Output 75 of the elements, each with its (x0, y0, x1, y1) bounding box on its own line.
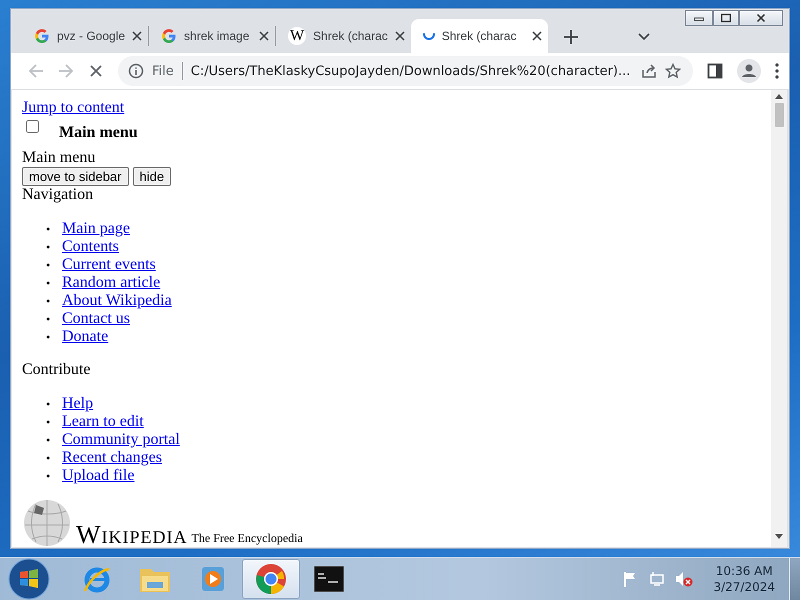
command-prompt-icon (314, 566, 344, 592)
nav-link[interactable]: Current events (62, 256, 156, 274)
scroll-down-icon[interactable] (775, 534, 783, 539)
nav-link[interactable]: Community portal (62, 431, 180, 449)
scrollbar[interactable] (771, 90, 787, 547)
show-desktop-button[interactable] (789, 558, 800, 600)
browser-tab[interactable]: W Shrek (charac (276, 19, 411, 53)
info-icon (128, 63, 144, 79)
bullet: • (46, 239, 52, 256)
close-icon[interactable] (132, 31, 142, 41)
clock[interactable]: 10:36 AM 3/27/2024 (713, 563, 775, 595)
bullet: • (46, 468, 52, 485)
bullet: • (46, 257, 52, 274)
bullet: • (46, 450, 52, 467)
close-icon[interactable] (739, 10, 783, 26)
browser-tab[interactable]: pvz - Google (22, 19, 148, 53)
scheme-label: File (152, 64, 174, 78)
url-text: C:/Users/TheKlaskyCsupoJayden/Downloads/Shrek%20(character)... (190, 64, 632, 78)
menu-title: Main menu (22, 149, 96, 167)
minimize-icon[interactable] (685, 10, 713, 26)
nav-link[interactable]: Main page (62, 220, 130, 238)
nav-link[interactable]: Recent changes (62, 449, 162, 467)
close-icon[interactable] (259, 31, 270, 41)
puzzle-globe-logo-icon (22, 499, 72, 547)
menu-button[interactable]: move to sidebar (22, 167, 128, 186)
nav-link[interactable]: Contact us (62, 310, 130, 328)
tab-favicon: W (288, 27, 306, 45)
chevron-down-icon[interactable] (638, 33, 650, 41)
bullet: • (46, 414, 52, 431)
bullet: • (46, 329, 52, 346)
bullet: • (46, 396, 52, 413)
skip-link[interactable]: Jump to content (22, 99, 761, 117)
start-button-icon[interactable] (8, 558, 50, 600)
browser-tab[interactable]: Shrek (charac (410, 19, 548, 53)
share-icon[interactable] (641, 63, 657, 79)
chrome-icon (255, 563, 287, 595)
menu-checkbox[interactable] (26, 120, 39, 133)
section-heading: Navigation (22, 186, 94, 204)
nav-link[interactable]: Help (62, 395, 94, 413)
menu-icon[interactable] (775, 63, 779, 79)
bullet: • (46, 311, 52, 328)
stop-icon[interactable] (88, 63, 104, 79)
google-g-icon (34, 28, 50, 44)
tagline: The Free Encyclopedia (192, 531, 303, 545)
scroll-up-icon[interactable] (775, 94, 783, 99)
nav-link[interactable]: Upload file (62, 467, 134, 485)
address-bar[interactable]: File C:/Users/TheKlaskyCsupoJayden/Downloads/Shrek%20(character)... (118, 56, 693, 86)
side-panel-icon[interactable] (707, 63, 723, 79)
nav-link[interactable]: Random article (62, 274, 160, 292)
bullet: • (46, 432, 52, 449)
bullet: • (46, 293, 52, 310)
bullet: • (46, 221, 52, 238)
loading-spinner-icon (422, 32, 435, 40)
nav-link[interactable]: About Wikipedia (62, 292, 172, 310)
muted-speaker-icon[interactable] (675, 571, 694, 587)
menu-heading: Main menu (59, 124, 138, 142)
browser-tab[interactable]: shrek image (149, 19, 276, 53)
star-icon[interactable] (665, 63, 681, 79)
wordmark: Wikipedia (76, 523, 188, 547)
close-icon[interactable] (532, 31, 542, 41)
profile-avatar-icon[interactable] (737, 59, 761, 83)
nav-link[interactable]: Contents (62, 238, 119, 256)
nav-link[interactable]: Donate (62, 328, 108, 346)
section-heading: Contribute (22, 361, 92, 379)
clock-time: 10:36 AM (716, 563, 773, 579)
clock-date: 3/27/2024 (713, 579, 775, 595)
google-g-icon (161, 28, 178, 44)
nav-link[interactable]: Learn to edit (62, 413, 144, 431)
scroll-thumb[interactable] (774, 103, 784, 127)
menu-button[interactable]: hide (132, 167, 172, 186)
maximize-icon[interactable] (713, 10, 739, 26)
bullet: • (46, 275, 52, 292)
close-icon[interactable] (394, 31, 405, 41)
media-player-icon (199, 564, 227, 594)
new-tab-icon[interactable] (564, 30, 578, 44)
